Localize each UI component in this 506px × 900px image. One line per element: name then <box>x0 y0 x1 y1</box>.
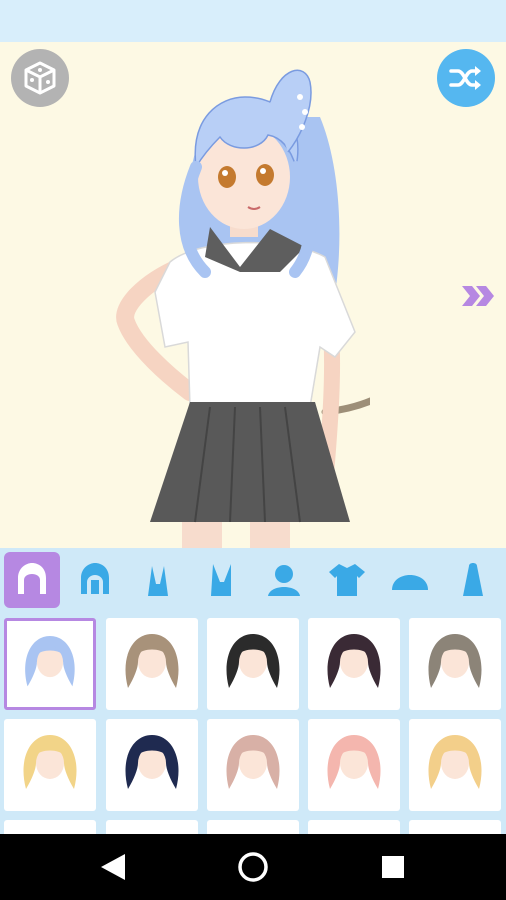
hair-option-card[interactable] <box>106 820 198 834</box>
status-bar <box>0 0 506 42</box>
character-illustration <box>116 69 370 548</box>
hair-option-card[interactable] <box>4 618 96 710</box>
shirt-icon <box>329 564 365 596</box>
bunny-ears-alt-icon <box>211 564 231 596</box>
hairstyle-thumbnail <box>23 735 77 789</box>
bunny-ears-icon <box>148 566 168 596</box>
home-circle-icon <box>238 852 268 882</box>
tab-accessory[interactable] <box>445 552 501 608</box>
tab-hair-front[interactable] <box>4 552 60 608</box>
tab-hat[interactable] <box>382 552 438 608</box>
hairstyle-thumbnail <box>125 735 179 789</box>
tab-ears[interactable] <box>130 552 186 608</box>
back-triangle-icon <box>101 854 125 880</box>
accessory-icon <box>463 563 483 596</box>
hair-front-icon <box>18 563 46 594</box>
hair-option-card[interactable] <box>207 719 299 811</box>
shuffle-icon <box>449 66 481 90</box>
hairstyle-thumbnail <box>226 735 280 789</box>
hair-option-card[interactable] <box>106 719 198 811</box>
hair-back-icon <box>81 563 109 594</box>
tab-hair-back[interactable] <box>67 552 123 608</box>
hairstyle-thumbnail <box>327 735 381 789</box>
recents-button[interactable] <box>376 850 410 884</box>
hair-option-card[interactable] <box>409 719 501 811</box>
hair-option-card[interactable] <box>207 820 299 834</box>
hair-option-card[interactable] <box>308 719 400 811</box>
hair-option-card[interactable] <box>308 820 400 834</box>
hair-option-card[interactable] <box>207 618 299 710</box>
hair-option-card[interactable] <box>409 618 501 710</box>
recents-square-icon <box>382 856 404 878</box>
hair-option-card[interactable] <box>409 820 501 834</box>
hair-option-card[interactable] <box>4 820 96 834</box>
double-chevron-right-icon[interactable] <box>460 282 498 310</box>
character-stage <box>0 42 506 548</box>
hair-option-card[interactable] <box>308 618 400 710</box>
hairstyle-thumbnail <box>327 634 381 688</box>
hairstyle-thumbnail <box>125 634 179 688</box>
hair-option-card[interactable] <box>4 719 96 811</box>
back-button[interactable] <box>96 850 130 884</box>
home-button[interactable] <box>236 850 270 884</box>
system-navbar <box>0 834 506 900</box>
hairstyle-thumbnail <box>428 634 482 688</box>
hairstyle-thumbnail <box>226 634 280 688</box>
body-icon <box>268 565 300 596</box>
dice-icon <box>24 61 56 95</box>
hairstyle-thumbnail <box>428 735 482 789</box>
tab-top[interactable] <box>319 552 375 608</box>
category-tabbar <box>0 548 506 612</box>
tab-ears-alt[interactable] <box>193 552 249 608</box>
shuffle-button[interactable] <box>437 49 495 107</box>
tab-body[interactable] <box>256 552 312 608</box>
hair-options-grid <box>0 612 506 834</box>
hairstyle-thumbnail <box>25 635 75 687</box>
randomize-button[interactable] <box>11 49 69 107</box>
hat-icon <box>392 575 428 590</box>
hair-option-card[interactable] <box>106 618 198 710</box>
